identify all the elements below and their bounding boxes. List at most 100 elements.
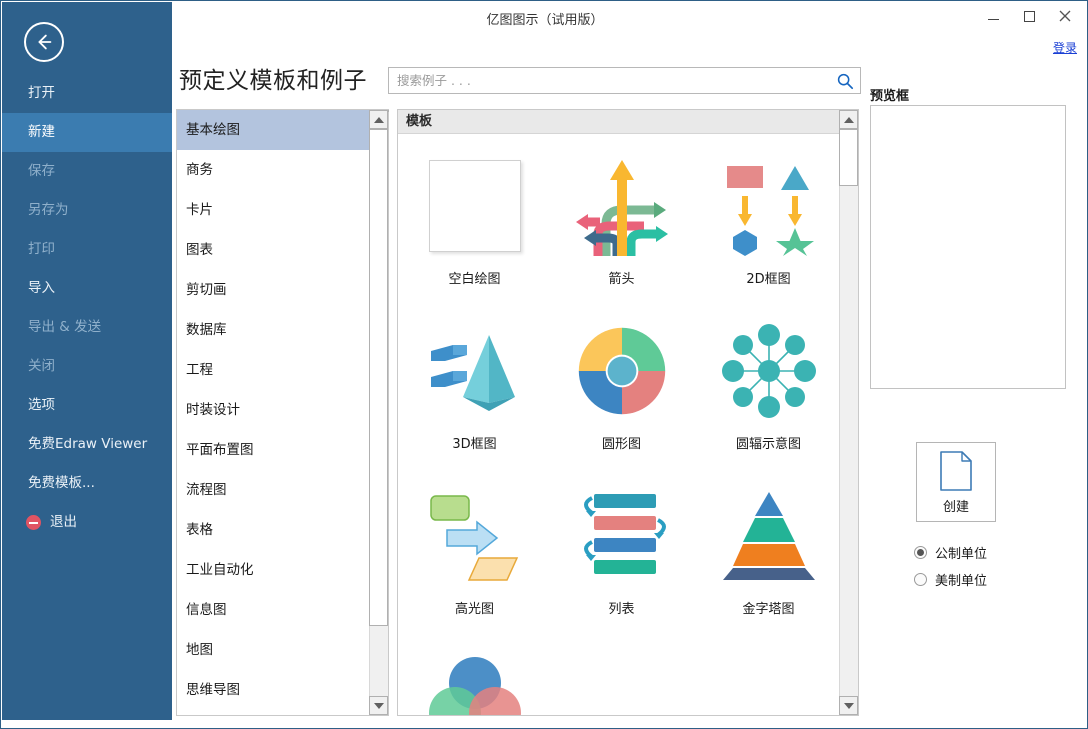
sidebar-item-free-templates[interactable]: 免费模板... bbox=[2, 464, 172, 503]
sidebar-item-new[interactable]: 新建 bbox=[2, 113, 172, 152]
template-card-venn[interactable] bbox=[404, 630, 545, 715]
back-button[interactable] bbox=[24, 22, 64, 62]
chevron-down-icon bbox=[374, 703, 384, 709]
template-caption: 箭头 bbox=[608, 268, 634, 287]
sidebar-item-exit[interactable]: 退出 bbox=[2, 503, 172, 542]
application-window: 亿图图示（试用版） 登录 打开 新建 保存 另存为 打印 bbox=[0, 0, 1088, 729]
template-caption: 3D框图 bbox=[452, 433, 496, 452]
block-2d-icon bbox=[714, 153, 824, 258]
templates-row-2: 3D框图 圆形图 bbox=[398, 300, 839, 465]
template-card-3d-block[interactable]: 3D框图 bbox=[404, 300, 545, 465]
templates-panel: 模板 空白绘图 bbox=[397, 109, 859, 716]
templates-scroll-thumb[interactable] bbox=[839, 129, 858, 186]
radio-unselected-icon[interactable] bbox=[914, 573, 927, 586]
template-card-donut-chart[interactable]: 圆形图 bbox=[551, 300, 692, 465]
sidebar-item-free-edraw-viewer[interactable]: 免费Edraw Viewer bbox=[2, 425, 172, 464]
minimize-button[interactable] bbox=[975, 3, 1011, 29]
list-icon bbox=[567, 483, 677, 588]
create-button[interactable]: 创建 bbox=[916, 442, 996, 522]
category-item-11[interactable]: 工业自动化 bbox=[177, 550, 369, 590]
close-button[interactable] bbox=[1047, 3, 1083, 29]
template-caption: 列表 bbox=[608, 598, 634, 617]
sidebar-item-exit-label: 退出 bbox=[50, 503, 77, 542]
window-bottom-strip bbox=[1, 720, 1088, 728]
unit-option-imperial[interactable]: 美制单位 bbox=[914, 570, 987, 589]
category-item-4[interactable]: 剪切画 bbox=[177, 270, 369, 310]
template-caption: 圆辐示意图 bbox=[736, 433, 801, 452]
category-item-12[interactable]: 信息图 bbox=[177, 590, 369, 630]
templates-scroll-up-button[interactable] bbox=[839, 110, 858, 129]
category-item-13[interactable]: 地图 bbox=[177, 630, 369, 670]
sidebar-item-print[interactable]: 打印 bbox=[2, 230, 172, 269]
search-icon[interactable] bbox=[836, 72, 854, 90]
category-item-6[interactable]: 工程 bbox=[177, 350, 369, 390]
template-caption: 金字塔图 bbox=[742, 598, 794, 617]
exit-icon bbox=[26, 515, 41, 530]
sidebar-item-open[interactable]: 打开 bbox=[2, 74, 172, 113]
categories-panel: 基本绘图 商务 卡片 图表 剪切画 数据库 工程 时装设计 平面布置图 流程图 … bbox=[176, 109, 389, 716]
template-caption: 空白绘图 bbox=[448, 268, 500, 287]
template-card-blank-drawing[interactable]: 空白绘图 bbox=[404, 135, 545, 300]
close-icon bbox=[1059, 10, 1071, 22]
radial-hub-icon bbox=[714, 318, 824, 423]
sidebar-item-import[interactable]: 导入 bbox=[2, 269, 172, 308]
category-item-2[interactable]: 卡片 bbox=[177, 190, 369, 230]
sidebar-item-options[interactable]: 选项 bbox=[2, 386, 172, 425]
sidebar-item-export-send[interactable]: 导出 & 发送 bbox=[2, 308, 172, 347]
category-item-15[interactable]: 网络图 bbox=[177, 710, 369, 715]
categories-list: 基本绘图 商务 卡片 图表 剪切画 数据库 工程 时装设计 平面布置图 流程图 … bbox=[177, 110, 369, 715]
unit-option-imperial-label: 美制单位 bbox=[935, 570, 987, 589]
templates-scroll-down-button[interactable] bbox=[839, 696, 858, 715]
template-caption: 高光图 bbox=[455, 598, 494, 617]
login-link[interactable]: 登录 bbox=[1053, 39, 1077, 56]
category-item-0[interactable]: 基本绘图 bbox=[177, 110, 369, 150]
template-card-2d-block[interactable]: 2D框图 bbox=[698, 135, 839, 300]
category-item-1[interactable]: 商务 bbox=[177, 150, 369, 190]
templates-row-1: 空白绘图 bbox=[398, 135, 839, 300]
category-item-5[interactable]: 数据库 bbox=[177, 310, 369, 350]
sidebar-item-save[interactable]: 保存 bbox=[2, 152, 172, 191]
categories-scroll-down-button[interactable] bbox=[369, 696, 388, 715]
sidebar-menu: 打开 新建 保存 另存为 打印 导入 导出 & 发送 关闭 选项 免费Edraw… bbox=[2, 74, 172, 542]
pyramid-icon bbox=[714, 483, 824, 588]
maximize-icon bbox=[1024, 11, 1035, 22]
templates-panel-header: 模板 bbox=[398, 110, 839, 134]
template-caption: 圆形图 bbox=[602, 433, 641, 452]
preview-panel-label: 预览框 bbox=[870, 85, 909, 104]
category-item-8[interactable]: 平面布置图 bbox=[177, 430, 369, 470]
maximize-button[interactable] bbox=[1011, 3, 1047, 29]
template-card-radial-hub[interactable]: 圆辐示意图 bbox=[698, 300, 839, 465]
category-item-3[interactable]: 图表 bbox=[177, 230, 369, 270]
templates-scrollbar[interactable] bbox=[839, 110, 858, 715]
page-title: 预定义模板和例子 bbox=[179, 61, 367, 95]
radio-selected-icon[interactable] bbox=[914, 546, 927, 559]
search-box[interactable] bbox=[388, 67, 861, 94]
category-item-9[interactable]: 流程图 bbox=[177, 470, 369, 510]
venn-icon bbox=[420, 648, 530, 715]
arrows-icon bbox=[567, 153, 677, 258]
highlight-flow-icon bbox=[420, 483, 530, 588]
category-item-7[interactable]: 时装设计 bbox=[177, 390, 369, 430]
categories-scroll-thumb[interactable] bbox=[369, 129, 388, 626]
sidebar-item-close[interactable]: 关闭 bbox=[2, 347, 172, 386]
new-document-icon bbox=[938, 450, 974, 492]
sidebar: 打开 新建 保存 另存为 打印 导入 导出 & 发送 关闭 选项 免费Edraw… bbox=[2, 2, 172, 721]
category-item-10[interactable]: 表格 bbox=[177, 510, 369, 550]
template-card-highlight-flow[interactable]: 高光图 bbox=[404, 465, 545, 630]
sidebar-item-save-as[interactable]: 另存为 bbox=[2, 191, 172, 230]
block-3d-icon bbox=[420, 318, 530, 423]
chevron-up-icon bbox=[844, 117, 854, 123]
templates-grid: 空白绘图 bbox=[398, 135, 839, 715]
categories-scroll-up-button[interactable] bbox=[369, 110, 388, 129]
create-button-label: 创建 bbox=[943, 496, 969, 515]
template-card-arrows[interactable]: 箭头 bbox=[551, 135, 692, 300]
donut-chart-icon bbox=[567, 318, 677, 423]
chevron-down-icon bbox=[844, 703, 854, 709]
search-input[interactable] bbox=[389, 68, 829, 93]
chevron-up-icon bbox=[374, 117, 384, 123]
template-card-pyramid[interactable]: 金字塔图 bbox=[698, 465, 839, 630]
category-item-14[interactable]: 思维导图 bbox=[177, 670, 369, 710]
unit-option-metric[interactable]: 公制单位 bbox=[914, 543, 987, 562]
template-card-list[interactable]: 列表 bbox=[551, 465, 692, 630]
window-controls bbox=[975, 3, 1083, 29]
